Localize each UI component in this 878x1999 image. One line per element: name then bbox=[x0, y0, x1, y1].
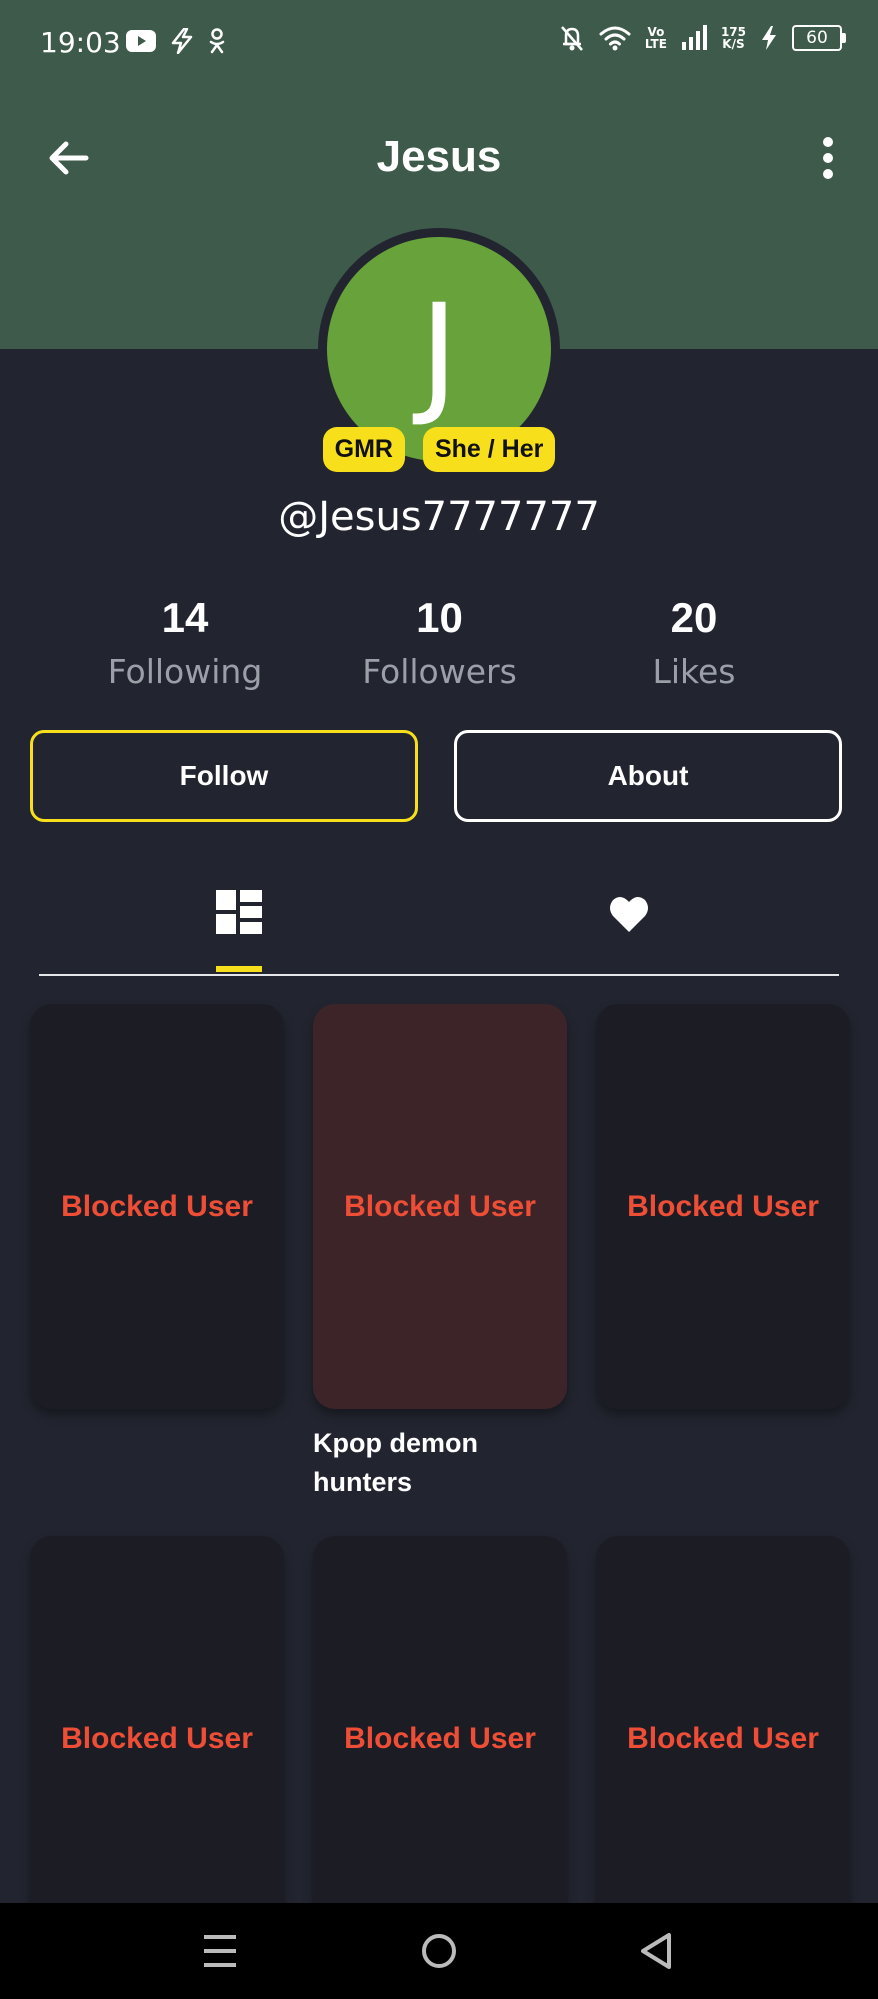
avatar-letter: J bbox=[419, 276, 459, 430]
about-button[interactable]: About bbox=[454, 730, 842, 822]
menu-icon[interactable] bbox=[192, 1923, 248, 1979]
post-card[interactable]: Blocked User bbox=[596, 1536, 850, 1941]
badge-gmr: GMR bbox=[322, 427, 405, 472]
post-card[interactable]: Blocked User bbox=[596, 1004, 850, 1409]
profile-badges: GMR She / Her bbox=[0, 427, 878, 472]
active-tab-indicator bbox=[216, 966, 262, 972]
stat-value: 14 bbox=[161, 594, 209, 641]
stat-label: Followers bbox=[362, 652, 517, 691]
speed-icon: 175 K/S bbox=[720, 25, 746, 51]
blocked-user-label: Blocked User bbox=[627, 1189, 819, 1223]
dashboard-grid-icon bbox=[216, 890, 262, 934]
stat-value: 10 bbox=[416, 594, 463, 641]
muted-bell-icon bbox=[560, 26, 583, 51]
stat-label: Following bbox=[107, 652, 263, 691]
system-nav-bar bbox=[0, 1903, 878, 1999]
stat-likes: 20 Likes bbox=[594, 594, 794, 691]
post-card[interactable]: Blocked User bbox=[313, 1536, 567, 1941]
post-card[interactable]: Blocked User bbox=[30, 1004, 284, 1409]
more-options-button[interactable] bbox=[808, 134, 848, 182]
status-bar: 19:03 Vo LTE 175 K/S 60 bbox=[0, 0, 878, 88]
stat-label: Likes bbox=[652, 652, 736, 691]
blocked-user-label: Blocked User bbox=[627, 1721, 819, 1755]
flash-icon bbox=[171, 28, 193, 54]
username: @Jesus7777777 bbox=[278, 494, 600, 540]
post-card[interactable]: Blocked User bbox=[313, 1004, 567, 1409]
back-triangle-icon[interactable] bbox=[630, 1923, 686, 1979]
signal-icon bbox=[681, 25, 707, 50]
tab-posts[interactable] bbox=[216, 888, 276, 974]
tab-likes[interactable] bbox=[609, 888, 669, 974]
volte-icon: Vo LTE bbox=[644, 25, 667, 51]
charging-icon bbox=[762, 26, 776, 50]
profile-tabs bbox=[39, 870, 839, 976]
blocked-user-label: Blocked User bbox=[344, 1721, 536, 1755]
wifi-icon bbox=[599, 26, 631, 51]
stat-value: 20 bbox=[670, 594, 718, 641]
follow-button[interactable]: Follow bbox=[30, 730, 418, 822]
blocked-user-label: Blocked User bbox=[61, 1189, 253, 1223]
youtube-icon bbox=[126, 30, 156, 52]
status-time: 19:03 bbox=[40, 26, 121, 59]
app-bar: Jesus bbox=[0, 108, 878, 208]
battery-icon: 60 bbox=[792, 25, 846, 51]
profile-stats: 14 Following 10 Followers 20 Likes bbox=[85, 594, 794, 691]
home-circle-icon[interactable] bbox=[411, 1923, 467, 1979]
post-card[interactable]: Blocked User bbox=[30, 1536, 284, 1941]
stat-followers[interactable]: 10 Followers bbox=[340, 594, 540, 691]
post-caption: Kpop demon hunters bbox=[313, 1428, 478, 1497]
badge-pronouns: She / Her bbox=[422, 427, 556, 472]
stat-following[interactable]: 14 Following bbox=[85, 594, 285, 691]
odnoklassniki-icon bbox=[209, 28, 225, 54]
heart-icon bbox=[610, 896, 648, 932]
blocked-user-label: Blocked User bbox=[61, 1721, 253, 1755]
blocked-user-label: Blocked User bbox=[344, 1189, 536, 1223]
page-title: Jesus bbox=[376, 132, 502, 181]
